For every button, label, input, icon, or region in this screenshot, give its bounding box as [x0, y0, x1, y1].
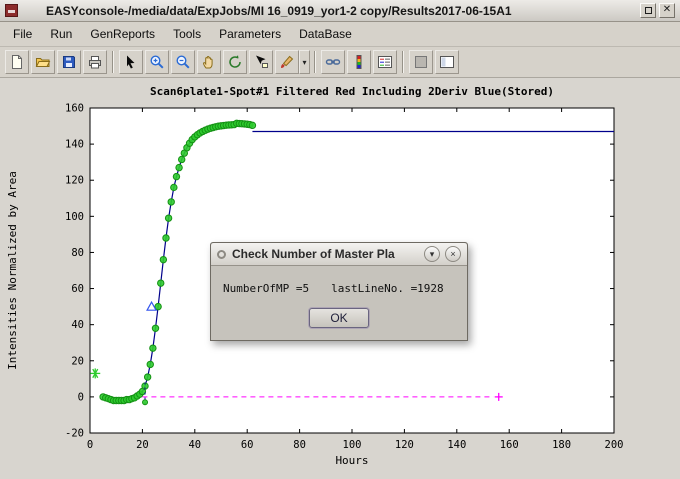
dialog-status-icon	[217, 250, 226, 259]
svg-text:40: 40	[71, 319, 84, 331]
data-cursor-icon	[253, 54, 269, 70]
open-folder-button[interactable]	[31, 50, 55, 74]
svg-text:200: 200	[605, 439, 624, 451]
new-document-button[interactable]	[5, 50, 29, 74]
insert-colorbar-button[interactable]	[347, 50, 371, 74]
svg-text:80: 80	[71, 247, 84, 259]
svg-text:180: 180	[552, 439, 571, 451]
toolbar-separator	[112, 51, 114, 73]
show-plot-tools-button[interactable]	[435, 50, 459, 74]
insert-colorbar-icon	[351, 54, 367, 70]
brush-button[interactable]	[275, 50, 299, 74]
check-master-plates-dialog: Check Number of Master Pla ▾ × NumberOfM…	[210, 242, 468, 341]
brush-dropdown-caret-icon: ▾	[302, 58, 306, 67]
menu-parameters[interactable]: Parameters	[210, 23, 290, 45]
save-icon	[61, 54, 77, 70]
svg-text:Hours: Hours	[335, 454, 368, 467]
print-icon	[87, 54, 103, 70]
dialog-shade-button[interactable]: ▾	[424, 246, 440, 262]
hide-plot-tools-icon	[413, 54, 429, 70]
link-plots-button[interactable]	[321, 50, 345, 74]
zoom-in-button[interactable]	[145, 50, 169, 74]
zoom-out-icon	[175, 54, 191, 70]
window-title: EASYconsole-/media/data/ExpJobs/MI 16_09…	[46, 4, 637, 18]
rotate-3d-icon	[227, 54, 243, 70]
titlebar: EASYconsole-/media/data/ExpJobs/MI 16_09…	[0, 0, 680, 22]
svg-text:-20: -20	[65, 428, 84, 440]
open-folder-icon	[35, 54, 51, 70]
brush-dropdown-button[interactable]: ▾	[299, 50, 310, 74]
svg-text:60: 60	[241, 439, 254, 451]
svg-text:60: 60	[71, 283, 84, 295]
toolbar: ▾	[0, 47, 680, 78]
link-plots-icon	[325, 54, 341, 70]
save-button[interactable]	[57, 50, 81, 74]
ok-button[interactable]: OK	[309, 308, 368, 328]
svg-text:Intensities Normalized by Area: Intensities Normalized by Area	[6, 171, 19, 370]
toolbar-separator	[314, 51, 316, 73]
toolbar-separator	[402, 51, 404, 73]
close-icon: ×	[450, 249, 455, 259]
edit-plot-button[interactable]	[119, 50, 143, 74]
last-line-no-value: lastLineNo. =1928	[331, 282, 444, 295]
svg-text:120: 120	[65, 175, 84, 187]
app-icon[interactable]	[5, 4, 18, 17]
menu-database[interactable]: DataBase	[290, 23, 361, 45]
svg-text:20: 20	[71, 355, 84, 367]
application-window: EASYconsole-/media/data/ExpJobs/MI 16_09…	[0, 0, 680, 479]
svg-text:160: 160	[500, 439, 519, 451]
dialog-titlebar[interactable]: Check Number of Master Pla ▾ ×	[211, 243, 467, 266]
menubar: File Run GenReports Tools Parameters Dat…	[0, 22, 680, 47]
menu-genreports[interactable]: GenReports	[81, 23, 164, 45]
brush-icon	[279, 54, 295, 70]
svg-text:0: 0	[87, 439, 93, 451]
svg-text:100: 100	[343, 439, 362, 451]
close-icon: ✕	[663, 4, 671, 15]
menu-run[interactable]: Run	[41, 23, 81, 45]
svg-text:Scan6plate1-Spot#1 Filtered Re: Scan6plate1-Spot#1 Filtered Red Includin…	[150, 85, 554, 98]
pan-hand-icon	[201, 54, 217, 70]
svg-text:140: 140	[65, 139, 84, 151]
zoom-in-icon	[149, 54, 165, 70]
dialog-title: Check Number of Master Pla	[232, 247, 419, 261]
data-cursor-button[interactable]	[249, 50, 273, 74]
svg-text:100: 100	[65, 211, 84, 223]
rotate-3d-button[interactable]	[223, 50, 247, 74]
svg-text:20: 20	[136, 439, 149, 451]
svg-text:160: 160	[65, 103, 84, 115]
dialog-close-button[interactable]: ×	[445, 246, 461, 262]
chevron-down-icon: ▾	[430, 249, 435, 259]
menu-tools[interactable]: Tools	[164, 23, 210, 45]
figure-area: Scan6plate1-Spot#1 Filtered Red Includin…	[0, 78, 680, 479]
dialog-message: NumberOfMP =5 lastLineNo. =1928	[223, 282, 455, 295]
maximize-icon	[645, 7, 652, 14]
print-button[interactable]	[83, 50, 107, 74]
svg-text:0: 0	[78, 391, 84, 403]
svg-text:40: 40	[188, 439, 201, 451]
dialog-body: NumberOfMP =5 lastLineNo. =1928 OK	[211, 266, 467, 340]
zoom-out-button[interactable]	[171, 50, 195, 74]
insert-legend-button[interactable]	[373, 50, 397, 74]
insert-legend-icon	[377, 54, 393, 70]
svg-text:120: 120	[395, 439, 414, 451]
pan-button[interactable]	[197, 50, 221, 74]
svg-text:80: 80	[293, 439, 306, 451]
number-of-mp-value: NumberOfMP =5	[223, 282, 309, 295]
maximize-button[interactable]	[640, 3, 656, 18]
hide-plot-tools-button[interactable]	[409, 50, 433, 74]
new-document-icon	[9, 54, 25, 70]
svg-text:140: 140	[447, 439, 466, 451]
show-plot-tools-icon	[439, 54, 455, 70]
edit-arrow-icon	[123, 54, 139, 70]
close-button[interactable]: ✕	[659, 3, 675, 18]
menu-file[interactable]: File	[4, 23, 41, 45]
